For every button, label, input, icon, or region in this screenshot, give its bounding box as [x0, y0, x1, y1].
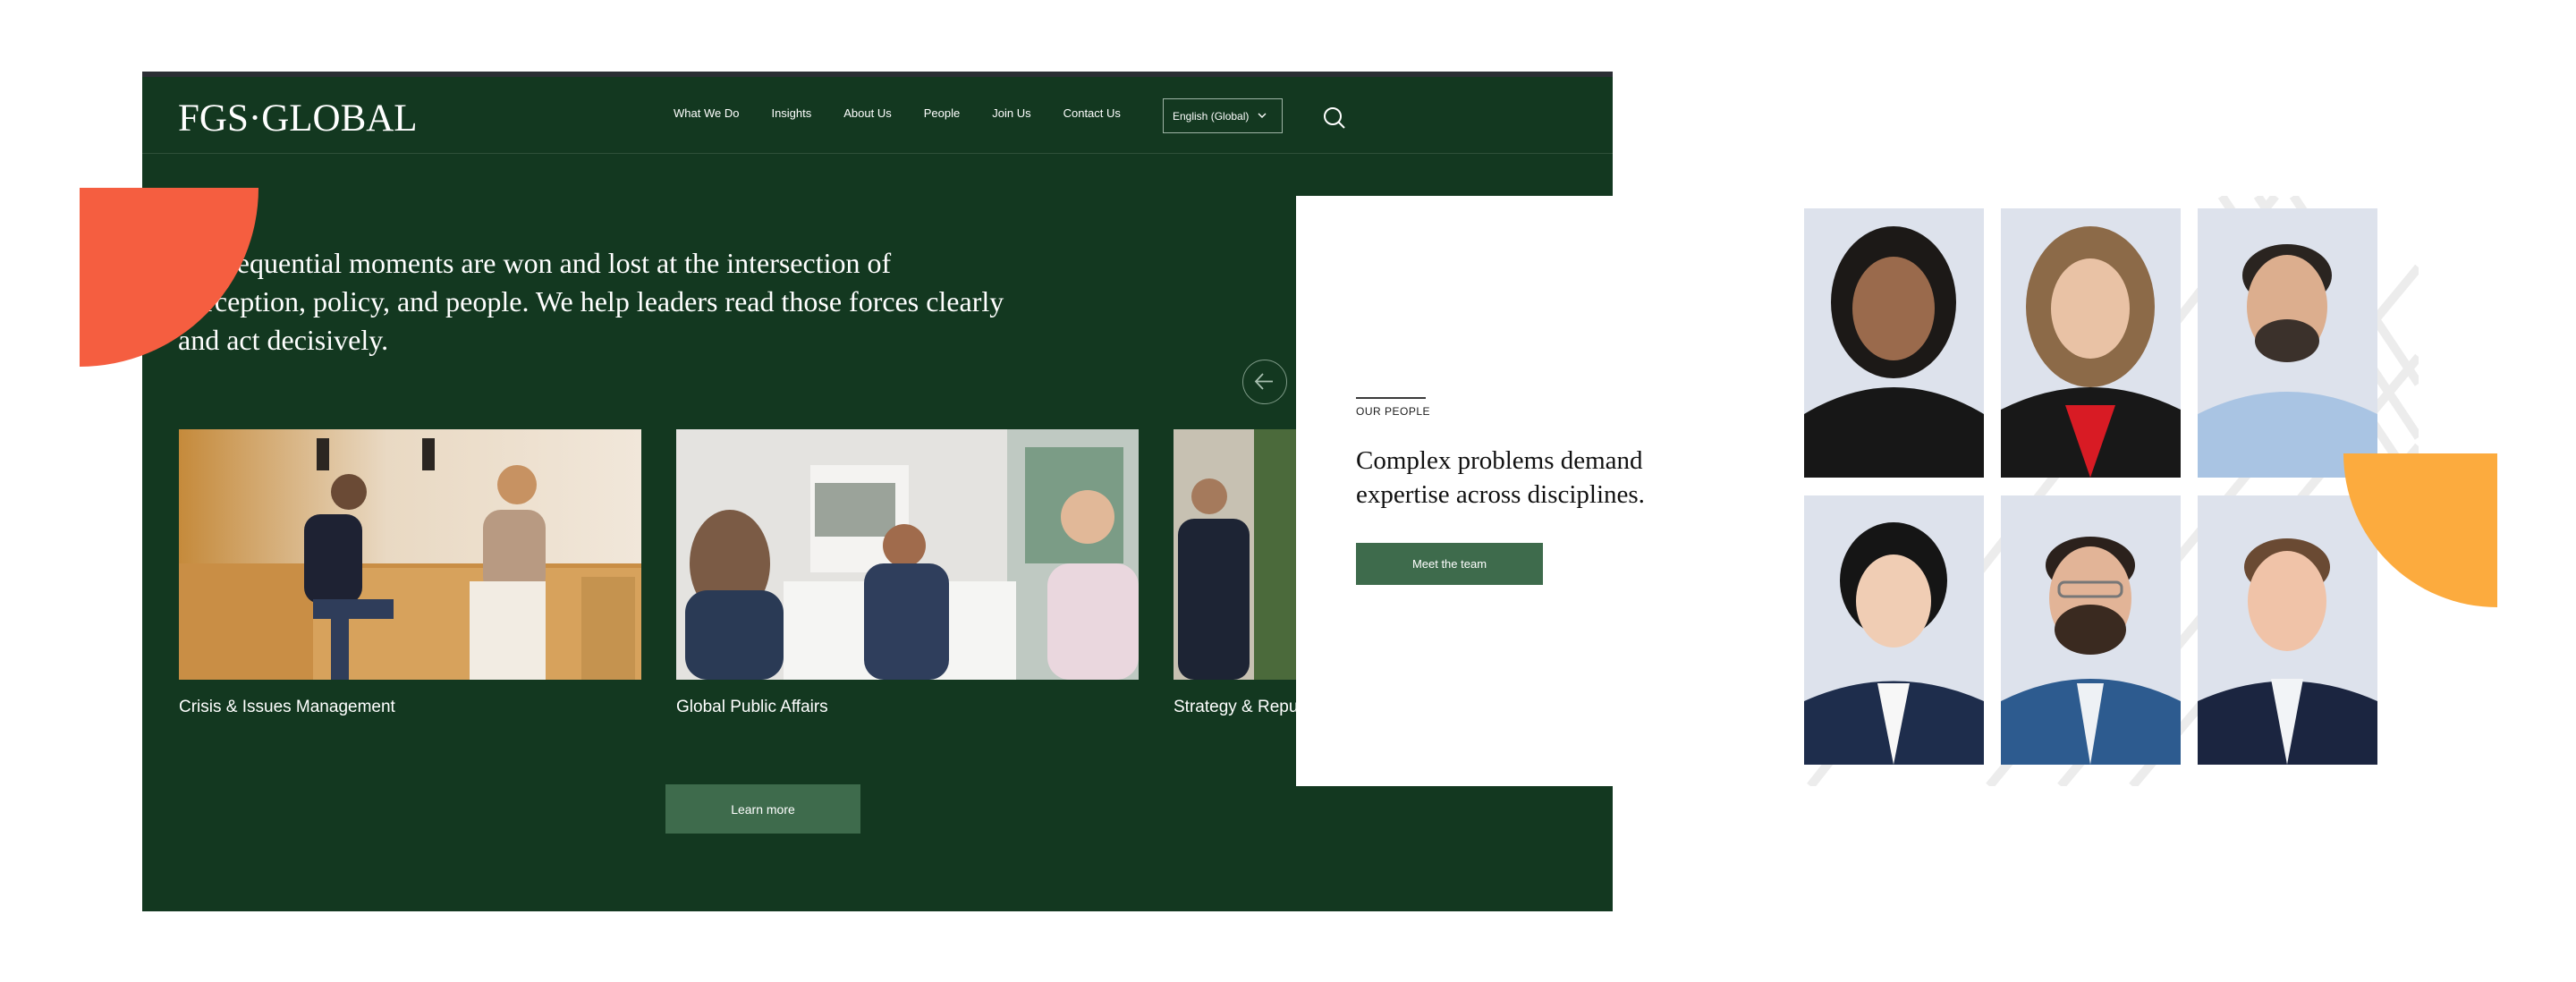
- nav-about-us[interactable]: About Us: [843, 106, 891, 120]
- nav-links: What We Do Insights About Us People Join…: [674, 106, 1153, 120]
- language-selector-label: English (Global): [1173, 109, 1250, 123]
- card-caption: Global Public Affairs: [676, 698, 828, 716]
- nav-people[interactable]: People: [924, 106, 960, 120]
- our-people-panel: OUR PEOPLE Complex problems demand exper…: [1296, 196, 2419, 786]
- meet-the-team-button[interactable]: Meet the team: [1356, 543, 1543, 585]
- card-caption: Crisis & Issues Management: [179, 698, 395, 716]
- service-card-public-affairs[interactable]: Global Public Affairs: [676, 429, 1139, 717]
- team-member-portrait[interactable]: [2198, 495, 2377, 765]
- chevron-down-icon: [1258, 111, 1267, 122]
- language-selector[interactable]: English (Global): [1163, 98, 1283, 133]
- carousel-prev-button[interactable]: [1242, 360, 1287, 404]
- service-card-crisis[interactable]: Crisis & Issues Management: [179, 429, 641, 717]
- team-member-portrait[interactable]: [2198, 208, 2377, 478]
- hero-headline: Consequential moments are won and lost a…: [178, 247, 1004, 356]
- nav-what-we-do[interactable]: What We Do: [674, 106, 739, 120]
- main-navigation: FGS·GLOBAL What We Do Insights About Us …: [142, 77, 1613, 154]
- card-image-boardroom: [676, 429, 1139, 680]
- section-label: OUR PEOPLE: [1356, 405, 1431, 418]
- fgs-global-logo[interactable]: FGS·GLOBAL: [178, 97, 418, 140]
- arrow-left-icon: [1254, 373, 1273, 390]
- card-image-office-meeting: [179, 429, 641, 680]
- section-heading: Complex problems demand expertise across…: [1356, 446, 1645, 509]
- team-member-portrait[interactable]: [1804, 495, 1984, 765]
- team-member-portrait[interactable]: [2001, 495, 2181, 765]
- nav-contact-us[interactable]: Contact Us: [1063, 106, 1121, 120]
- nav-join-us[interactable]: Join Us: [992, 106, 1030, 120]
- learn-more-button[interactable]: Learn more: [665, 784, 860, 834]
- team-member-portrait[interactable]: [1804, 208, 1984, 478]
- team-member-portrait[interactable]: [2001, 208, 2181, 478]
- nav-insights[interactable]: Insights: [771, 106, 811, 120]
- search-icon[interactable]: [1321, 105, 1348, 131]
- section-divider: [1356, 397, 1426, 399]
